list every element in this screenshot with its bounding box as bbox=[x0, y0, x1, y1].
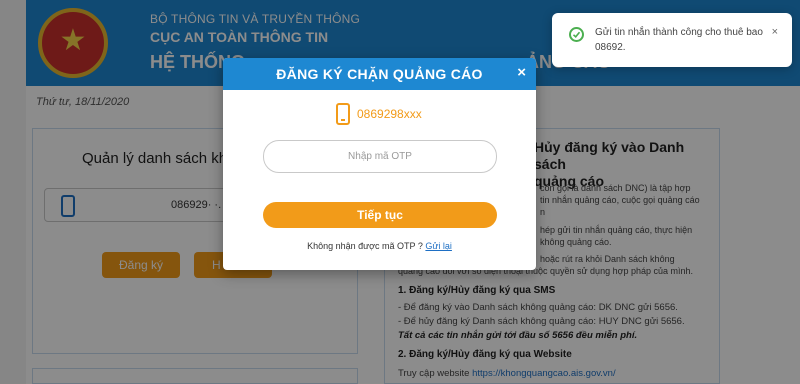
close-icon[interactable]: × bbox=[772, 26, 778, 38]
otp-input[interactable] bbox=[263, 140, 497, 173]
modal-title: ĐĂNG KÝ CHẶN QUẢNG CÁO bbox=[276, 66, 483, 82]
check-circle-icon bbox=[569, 27, 584, 42]
smartphone-icon bbox=[336, 103, 350, 125]
toast-message: Gửi tin nhắn thành công cho thuê bao 086… bbox=[595, 27, 763, 53]
resend-row: Không nhận được mã OTP ? Gửi lại bbox=[223, 241, 536, 251]
otp-modal: ĐĂNG KÝ CHẶN QUẢNG CÁO × 0869298xxx Tiếp… bbox=[223, 58, 536, 270]
continue-button[interactable]: Tiếp tục bbox=[263, 202, 497, 228]
modal-header: ĐĂNG KÝ CHẶN QUẢNG CÁO × bbox=[223, 58, 536, 90]
resend-link[interactable]: Gửi lại bbox=[425, 241, 452, 251]
close-icon[interactable]: × bbox=[517, 64, 526, 81]
modal-phone-number: 0869298xxx bbox=[357, 107, 422, 121]
success-toast: Gửi tin nhắn thành công cho thuê bao 086… bbox=[552, 13, 792, 67]
resend-text: Không nhận được mã OTP ? bbox=[307, 241, 423, 251]
